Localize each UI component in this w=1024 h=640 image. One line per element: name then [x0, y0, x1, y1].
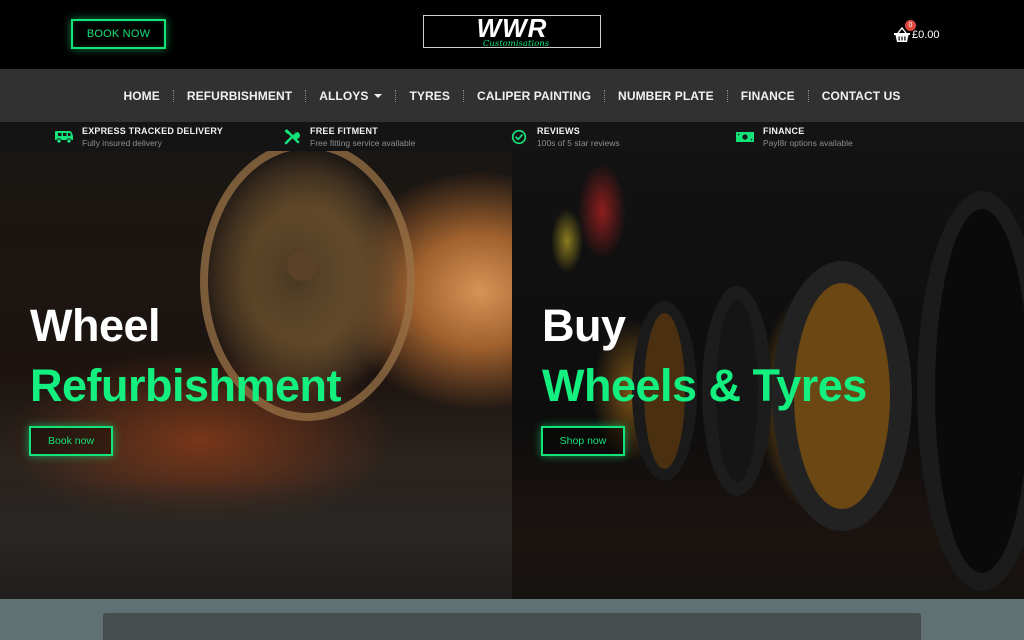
main-nav: HOME REFURBISHMENT ALLOYS TYRES CALIPER … — [0, 69, 1024, 122]
van-icon — [54, 129, 74, 145]
tools-icon — [282, 129, 302, 145]
feature-title: EXPRESS TRACKED DELIVERY — [82, 126, 223, 136]
nav-item-number-plate[interactable]: NUMBER PLATE — [605, 89, 727, 103]
nav-label: FINANCE — [740, 88, 795, 103]
feature-subtitle: Fully insured delivery — [82, 138, 162, 148]
nav-item-caliper-painting[interactable]: CALIPER PAINTING — [464, 89, 604, 103]
nav-label: HOME — [123, 88, 160, 103]
content-card — [103, 613, 921, 640]
money-icon — [735, 129, 755, 145]
feature-title: REVIEWS — [537, 126, 580, 136]
nav-item-refurbishment[interactable]: REFURBISHMENT — [174, 89, 305, 103]
nav-item-finance[interactable]: FINANCE — [728, 89, 808, 103]
feature-text: EXPRESS TRACKED DELIVERY Fully insured d… — [82, 125, 223, 149]
hero-wheels-tyres: Buy Wheels & Tyres Shop now — [512, 151, 1024, 599]
feature-reviews: REVIEWS 100s of 5 star reviews — [509, 124, 620, 150]
logo-graphic: WWR Customisations — [477, 16, 550, 47]
top-header: BOOK NOW WWR Customisations £0.00 0 — [0, 0, 1024, 69]
book-now-button[interactable]: BOOK NOW — [71, 19, 166, 49]
hero-title-line1: Buy — [542, 300, 626, 351]
nav-item-alloys[interactable]: ALLOYS — [306, 89, 395, 103]
feature-subtitle: Payl8r options available — [763, 138, 853, 148]
hero-title-line1: Wheel — [30, 300, 161, 351]
nav-label: REFURBISHMENT — [186, 88, 293, 103]
check-circle-icon — [509, 129, 529, 145]
next-section — [0, 599, 1024, 640]
nav-label: CONTACT US — [821, 88, 901, 103]
logo[interactable]: WWR Customisations — [423, 15, 601, 48]
feature-text: FINANCE Payl8r options available — [763, 125, 853, 149]
cart-button[interactable]: £0.00 — [893, 24, 940, 46]
features-strip: EXPRESS TRACKED DELIVERY Fully insured d… — [0, 122, 1024, 151]
feature-finance: FINANCE Payl8r options available — [735, 124, 853, 150]
nav-label: CALIPER PAINTING — [476, 88, 592, 103]
feature-text: FREE FITMENT Free fitting service availa… — [310, 125, 415, 149]
shop-now-button[interactable]: Shop now — [541, 426, 625, 456]
nav-item-contact-us[interactable]: CONTACT US — [809, 89, 914, 103]
road-image — [0, 481, 512, 599]
tyre-image — [917, 191, 1024, 591]
wheel-hub-image — [287, 251, 317, 281]
logo-sub-text: Customisations — [483, 39, 550, 47]
caret-down-icon — [374, 93, 383, 98]
hero-title-line2: Refurbishment — [30, 360, 342, 411]
feature-title: FREE FITMENT — [310, 126, 378, 136]
feature-subtitle: Free fitting service available — [310, 138, 416, 148]
book-now-hero-button[interactable]: Book now — [29, 426, 113, 456]
feature-fitment: FREE FITMENT Free fitting service availa… — [282, 124, 415, 150]
feature-subtitle: 100s of 5 star reviews — [537, 138, 620, 148]
nav-label: TYRES — [409, 88, 450, 103]
nav-item-tyres[interactable]: TYRES — [396, 89, 463, 103]
nav-label: ALLOYS — [319, 88, 369, 103]
feature-title: FINANCE — [763, 126, 805, 136]
nav-item-home[interactable]: HOME — [110, 89, 172, 103]
feature-text: REVIEWS 100s of 5 star reviews — [537, 125, 620, 149]
nav-label: NUMBER PLATE — [618, 88, 714, 103]
cart-count-badge: 0 — [905, 20, 916, 31]
feature-delivery: EXPRESS TRACKED DELIVERY Fully insured d… — [54, 124, 223, 150]
cart-total: £0.00 — [912, 29, 940, 41]
hero-refurbishment: Wheel Refurbishment Book now — [0, 151, 512, 599]
hero-title-line2: Wheels & Tyres — [542, 360, 867, 411]
